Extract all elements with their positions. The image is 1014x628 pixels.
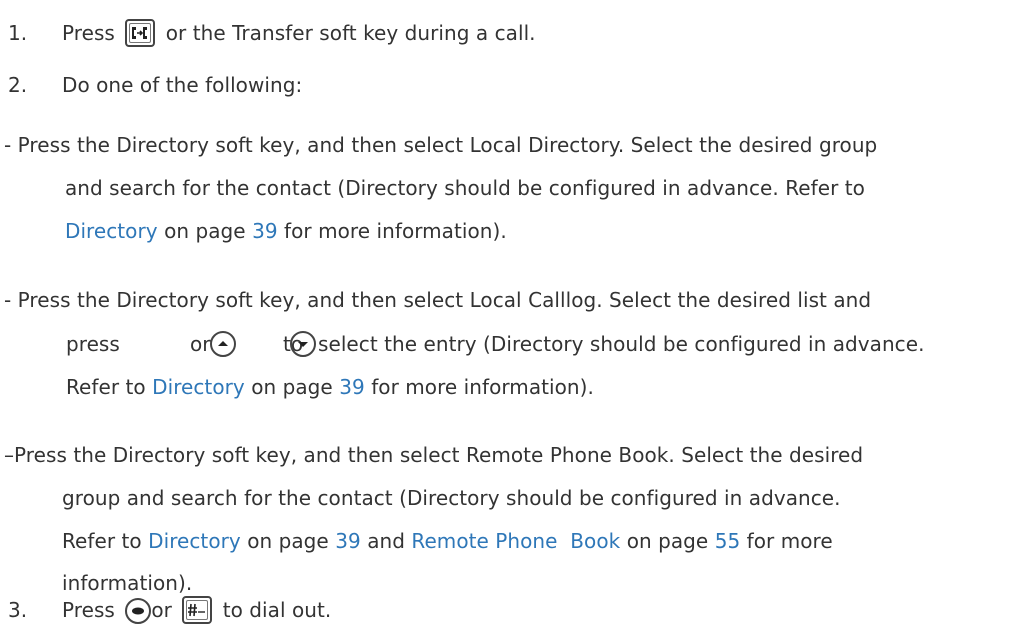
press-text: press	[66, 332, 120, 356]
bullet-text: information).	[62, 571, 193, 595]
up-arrow-key-icon	[210, 331, 236, 357]
transfer-key-icon	[125, 18, 156, 47]
directory-link[interactable]: Directory	[148, 529, 241, 553]
directory-link[interactable]: Directory	[65, 219, 158, 243]
bullet-text: and search for the contact (Directory sh…	[65, 176, 865, 200]
tail-text: for more information).	[284, 219, 507, 243]
page-link[interactable]: 55	[715, 529, 741, 553]
step-text: or the Transfer soft key during a call.	[165, 21, 536, 45]
on-page-text: on page	[247, 529, 329, 553]
more-text: for more	[746, 529, 833, 553]
send-key-icon	[182, 595, 213, 624]
on-page-text: on page	[251, 375, 333, 399]
or-text: or	[190, 332, 211, 356]
step-text: Press	[62, 21, 115, 45]
step-number: 2.	[8, 73, 28, 97]
directory-link[interactable]: Directory	[152, 375, 245, 399]
refer-text: Refer to	[62, 529, 142, 553]
refer-text: Refer to	[66, 375, 146, 399]
bullet-text: –Press the Directory soft key, and then …	[4, 443, 864, 467]
down-arrow-key-icon	[290, 331, 316, 357]
or-text: or	[151, 598, 172, 622]
step-text: to dial out.	[222, 598, 332, 622]
bullet-text: - Press the Directory soft key, and then…	[4, 288, 872, 312]
and-text: and	[367, 529, 405, 553]
step-number: 1.	[8, 21, 28, 45]
select-text: select the entry (Directory should be co…	[318, 332, 925, 356]
bullet-text: - Press the Directory soft key, and then…	[4, 133, 878, 157]
ok-key-icon	[125, 597, 152, 624]
bullet-text: group and search for the contact (Direct…	[62, 486, 841, 510]
remote-phone-book-link[interactable]: Remote Phone Book	[411, 529, 620, 553]
on-page-text: on page	[626, 529, 709, 553]
tail-text: for more information).	[371, 375, 594, 399]
page-link[interactable]: 39	[252, 219, 278, 243]
page-link[interactable]: 39	[335, 529, 361, 553]
step-text: Do one of the following:	[62, 73, 303, 97]
step-text: Press	[62, 598, 115, 622]
page-link[interactable]: 39	[339, 375, 365, 399]
on-page-text: on page	[164, 219, 246, 243]
step-number: 3.	[8, 598, 28, 622]
